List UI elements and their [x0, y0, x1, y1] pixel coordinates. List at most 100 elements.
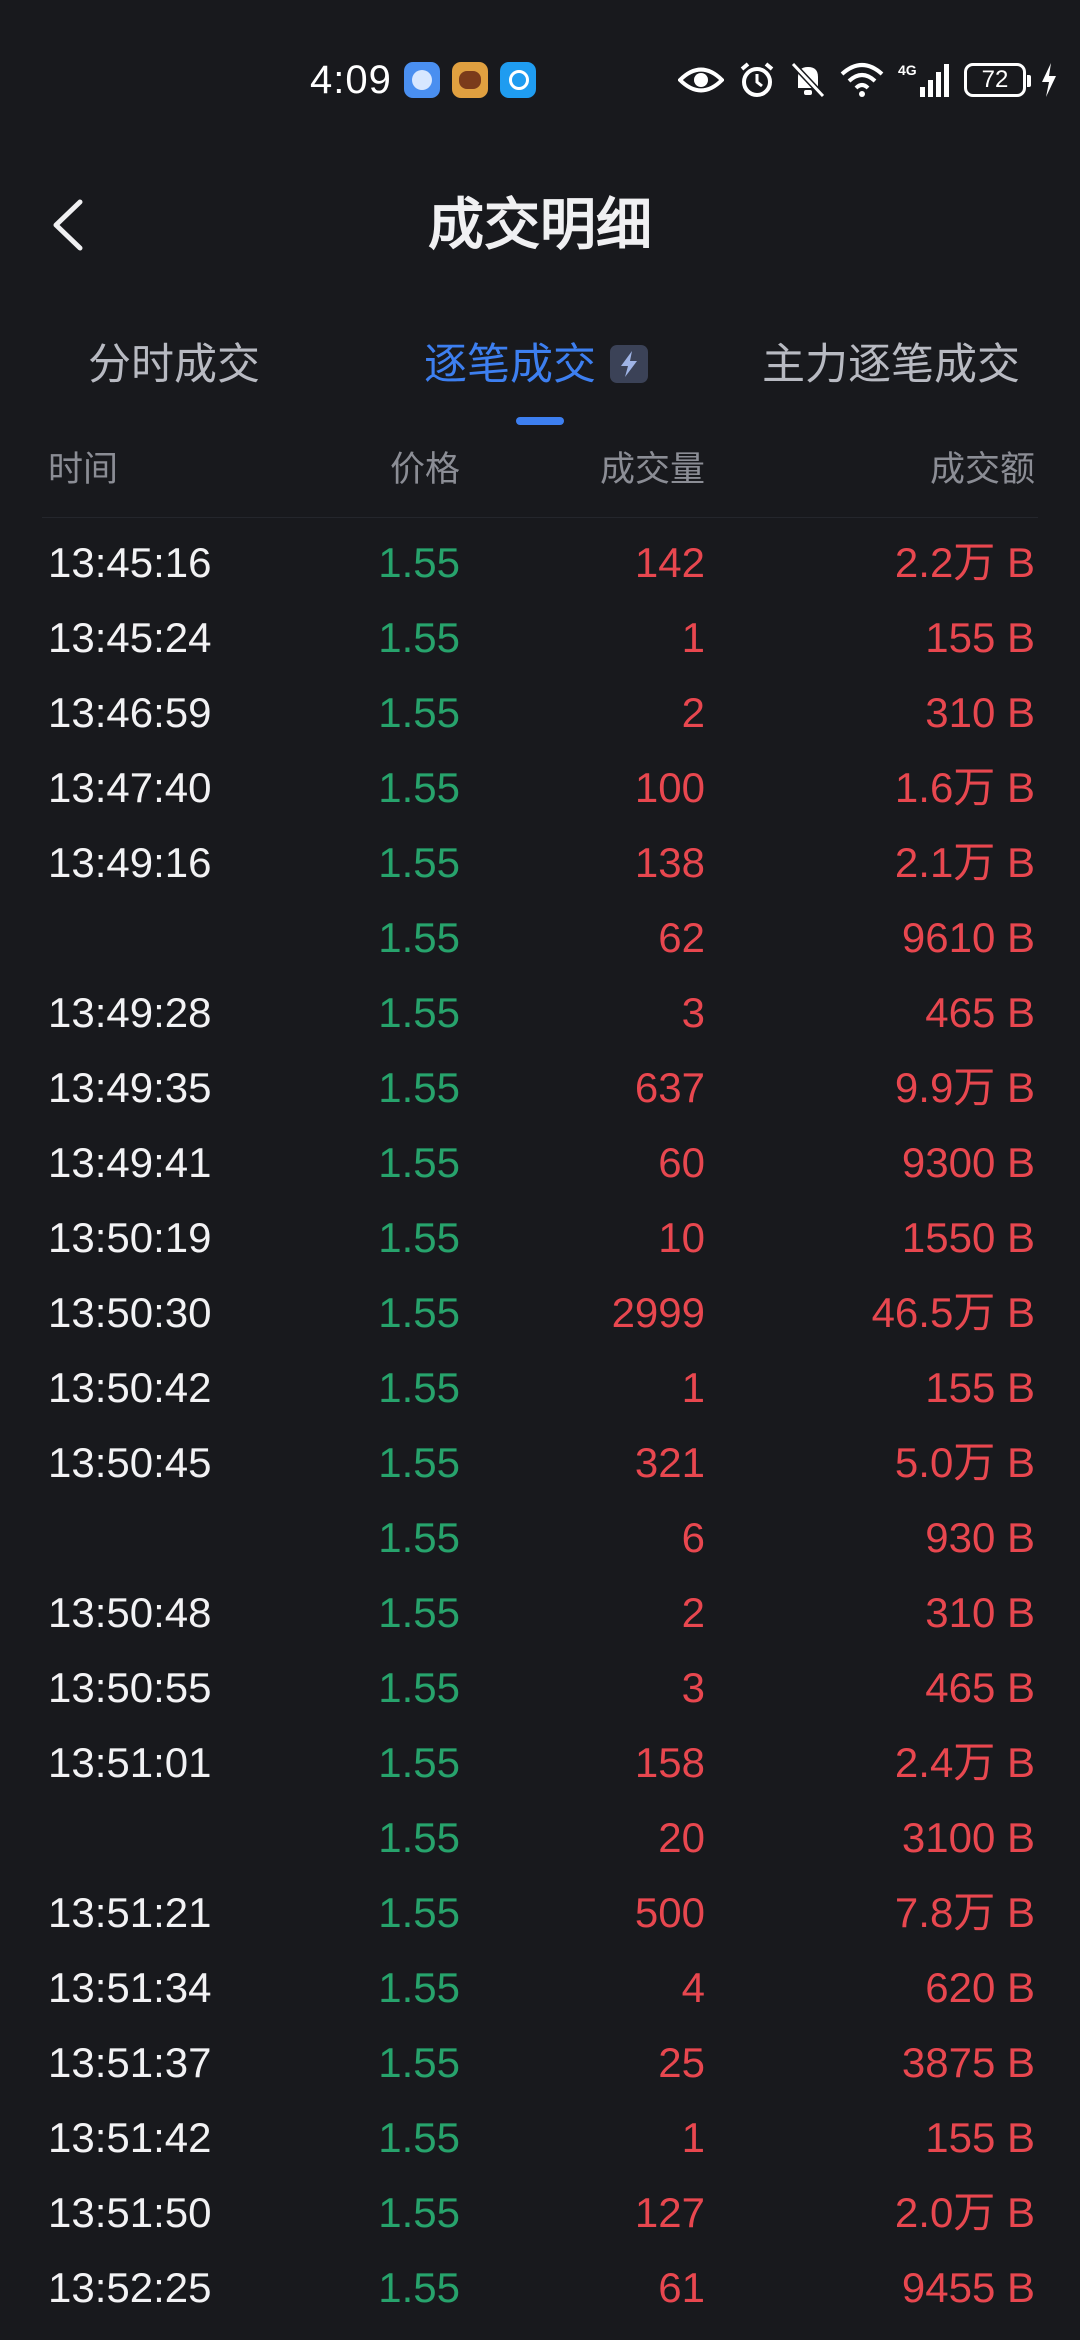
- trade-time: 13:47:40: [48, 764, 212, 811]
- table-row: 13:47:40 1.55 100 1.6万 B: [0, 750, 1080, 825]
- column-time: 时间: [48, 450, 119, 489]
- header: 成交明细: [0, 180, 1080, 270]
- column-volume: 成交量: [599, 450, 705, 489]
- trade-time: 13:50:30: [48, 1289, 212, 1336]
- trade-time: 13:45:24: [48, 614, 212, 661]
- trade-amount: 310 B: [925, 689, 1035, 736]
- trade-volume: 158: [634, 1739, 705, 1786]
- table-row: 13:51:21 1.55 500 7.8万 B: [0, 1875, 1080, 1950]
- battery-indicator: 72: [964, 63, 1031, 97]
- trade-price: 1.55: [378, 1064, 460, 1111]
- trade-price: 1.55: [378, 1814, 460, 1861]
- table-row: 13:50:55 1.55 3 465 B: [0, 1650, 1080, 1725]
- trade-price: 1.55: [378, 914, 460, 961]
- trade-amount: 46.5万 B: [871, 1289, 1035, 1336]
- page-title: 成交明细: [428, 193, 652, 256]
- table-row: 1.55 20 3100 B: [0, 1800, 1080, 1875]
- status-icons: 4G 72: [678, 54, 1058, 106]
- lightning-icon: [610, 344, 648, 383]
- game-app-icon: [452, 62, 488, 98]
- trade-amount: 1.6万 B: [894, 764, 1035, 811]
- trade-price: 1.55: [378, 1364, 460, 1411]
- trade-price: 1.55: [378, 2264, 460, 2311]
- trade-time: 13:46:59: [48, 689, 212, 736]
- trade-volume: 2: [681, 1589, 705, 1636]
- column-price: 价格: [389, 450, 460, 489]
- trade-volume: 1: [681, 2114, 705, 2161]
- trade-price: 1.55: [378, 1739, 460, 1786]
- battery-level: 72: [981, 66, 1009, 93]
- trade-time: 13:50:55: [48, 1664, 212, 1711]
- trade-amount: 9455 B: [901, 2264, 1035, 2311]
- tab-main-force-tick[interactable]: 主力逐笔成交: [762, 325, 1020, 405]
- column-amount: 成交额: [929, 450, 1035, 489]
- trade-price: 1.55: [378, 539, 460, 586]
- status-bar: 4:09 4G 72: [0, 40, 1080, 120]
- cellular-signal-icon: 4G: [898, 62, 949, 97]
- trade-amount: 930 B: [925, 1514, 1035, 1561]
- search-app-icon: [500, 62, 536, 98]
- trade-volume: 321: [634, 1439, 705, 1486]
- trade-price: 1.55: [378, 1514, 460, 1561]
- trade-price: 1.55: [378, 1139, 460, 1186]
- trade-time: 13:49:16: [48, 839, 212, 886]
- trade-amount: 155 B: [925, 614, 1035, 661]
- trade-volume: 10: [658, 1214, 705, 1261]
- trade-price: 1.55: [378, 2114, 460, 2161]
- mute-bell-icon: [790, 61, 826, 99]
- trade-price: 1.55: [378, 1889, 460, 1936]
- trade-volume: 100: [634, 764, 705, 811]
- column-header: 时间 价格 成交量 成交额: [0, 440, 1080, 500]
- trade-time: 13:51:42: [48, 2114, 212, 2161]
- trade-list[interactable]: 13:45:16 1.55 142 2.2万 B 13:45:24 1.55 1 155 B1…: [0, 525, 1080, 2325]
- trade-price: 1.55: [378, 614, 460, 661]
- status-time: 4:09: [310, 58, 392, 102]
- trade-amount: 155 B: [925, 2114, 1035, 2161]
- wifi-icon: [840, 63, 884, 97]
- table-row: 1.55 6 930 B: [0, 1500, 1080, 1575]
- trade-volume: 1: [681, 614, 705, 661]
- charging-icon: [1042, 63, 1056, 97]
- trade-volume: 637: [634, 1064, 705, 1111]
- table-row: 13:51:50 1.55 127 2.0万 B: [0, 2175, 1080, 2250]
- trade-price: 1.55: [378, 1214, 460, 1261]
- trade-volume: 20: [658, 1814, 705, 1861]
- divider: [42, 517, 1038, 518]
- trade-volume: 61: [658, 2264, 705, 2311]
- table-row: 13:50:42 1.55 1 155 B: [0, 1350, 1080, 1425]
- trade-time: 13:49:35: [48, 1064, 212, 1111]
- trade-time: 13:50:45: [48, 1439, 212, 1486]
- trade-amount: 465 B: [925, 1664, 1035, 1711]
- trade-amount: 2.1万 B: [894, 839, 1035, 886]
- trade-volume: 62: [658, 914, 705, 961]
- trade-time: 13:51:21: [48, 1889, 212, 1936]
- trade-price: 1.55: [378, 1964, 460, 2011]
- svg-text:4G: 4G: [898, 62, 917, 78]
- trade-volume: 500: [634, 1889, 705, 1936]
- table-row: 13:49:35 1.55 637 9.9万 B: [0, 1050, 1080, 1125]
- trade-time: 13:51:01: [48, 1739, 212, 1786]
- table-row: 13:49:41 1.55 60 9300 B: [0, 1125, 1080, 1200]
- tab-time-sharing[interactable]: 分时成交: [88, 325, 260, 405]
- trade-amount: 9.9万 B: [894, 1064, 1035, 1111]
- trade-volume: 1: [681, 1364, 705, 1411]
- trade-amount: 9300 B: [901, 1139, 1035, 1186]
- trade-amount: 1550 B: [901, 1214, 1035, 1261]
- trade-volume: 6: [681, 1514, 705, 1561]
- trade-amount: 5.0万 B: [894, 1439, 1035, 1486]
- table-row: 13:49:16 1.55 138 2.1万 B: [0, 825, 1080, 900]
- trade-amount: 2.0万 B: [894, 2189, 1035, 2236]
- trade-amount: 3100 B: [901, 1814, 1035, 1861]
- trade-amount: 620 B: [925, 1964, 1035, 2011]
- trade-price: 1.55: [378, 1664, 460, 1711]
- trade-price: 1.55: [378, 764, 460, 811]
- tab-label: 逐笔成交: [424, 341, 596, 389]
- tab-tick-by-tick[interactable]: 逐笔成交: [424, 325, 648, 405]
- trade-time: 13:49:41: [48, 1139, 212, 1186]
- trade-time: 13:51:50: [48, 2189, 212, 2236]
- trade-volume: 2999: [611, 1289, 705, 1336]
- trade-volume: 4: [681, 1964, 705, 2011]
- table-row: 13:52:25 1.55 61 9455 B: [0, 2250, 1080, 2325]
- trade-amount: 3875 B: [901, 2039, 1035, 2086]
- trade-volume: 2: [681, 689, 705, 736]
